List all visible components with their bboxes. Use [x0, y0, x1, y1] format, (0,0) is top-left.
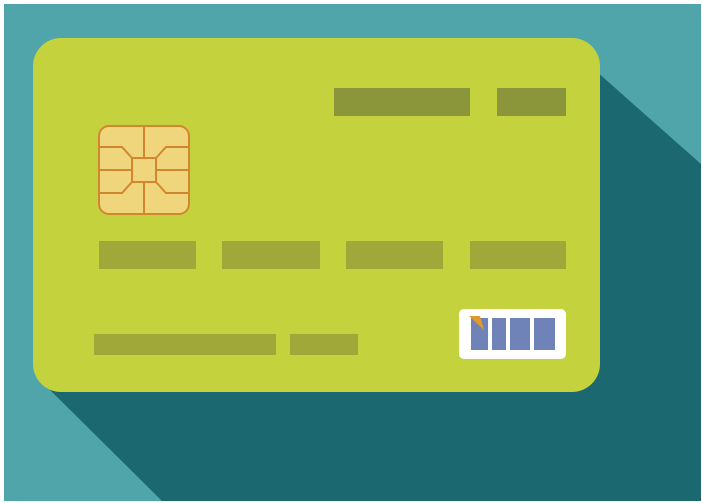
cardholder-name-block	[94, 334, 276, 355]
card-brand-logo-icon	[459, 309, 566, 359]
card-number-block-3	[346, 241, 443, 269]
card-number-block-2	[222, 241, 320, 269]
card-header-block-long	[334, 88, 470, 116]
credit-card-illustration	[4, 4, 701, 501]
card-number-block-1	[99, 241, 196, 269]
chip-icon	[98, 125, 190, 215]
card-number-block-4	[470, 241, 566, 269]
card-expiry-block	[290, 334, 358, 355]
card-header-block-short	[497, 88, 566, 116]
